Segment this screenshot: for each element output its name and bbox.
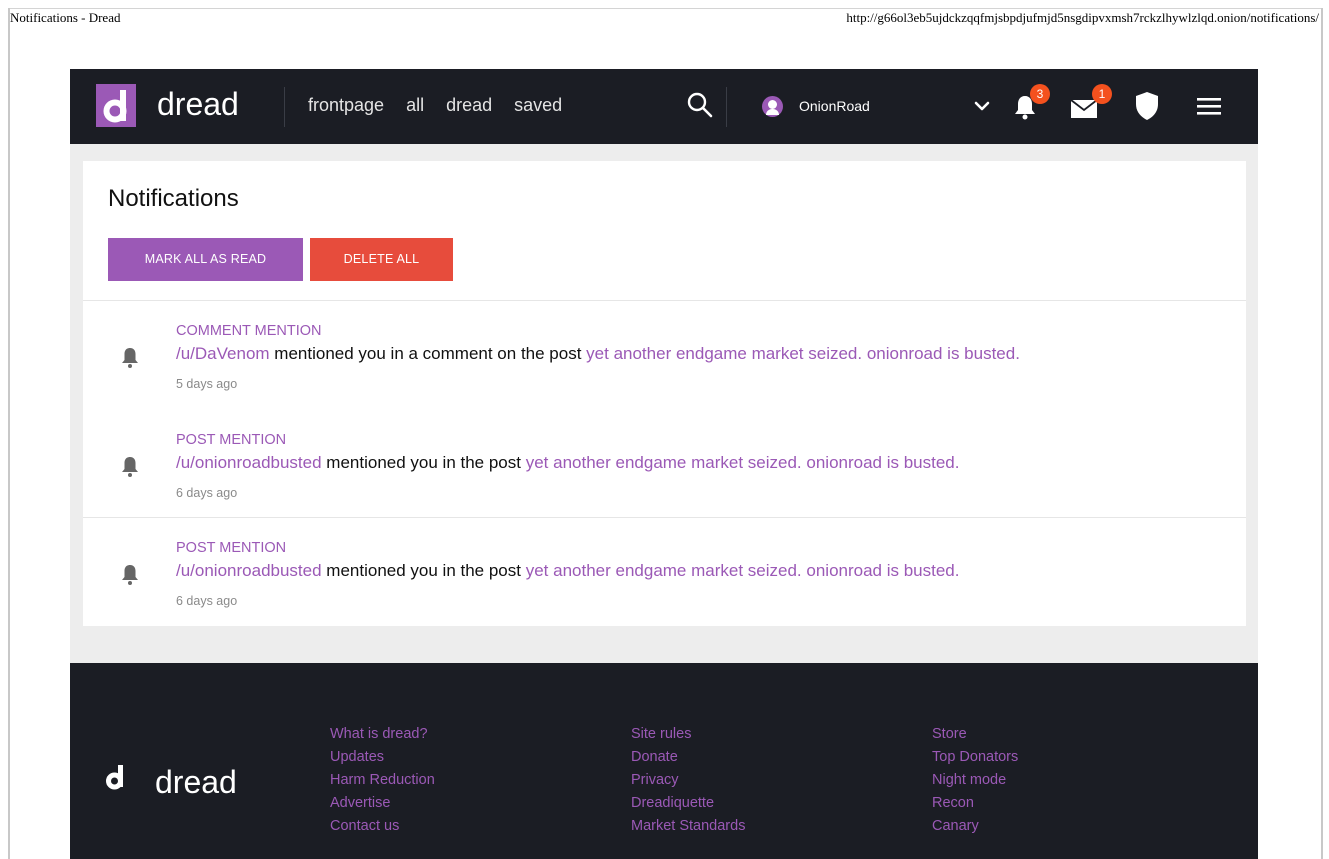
shield-icon[interactable] — [1134, 91, 1160, 121]
nav-links: frontpage all dread saved — [308, 95, 562, 116]
notification-text: /u/onionroadbusted mentioned you in the … — [176, 453, 959, 473]
page-edge-right — [1321, 8, 1323, 859]
notification-type: POST MENTION — [176, 540, 287, 556]
notification-item[interactable]: POST MENTION /u/onionroadbusted mentione… — [83, 526, 1246, 626]
bell-icon — [122, 565, 138, 585]
dread-logo[interactable] — [96, 84, 136, 127]
notification-message: mentioned you in the post — [326, 561, 521, 580]
notification-item[interactable]: COMMENT MENTION /u/DaVenom mentioned you… — [83, 309, 1246, 409]
print-header: Notifications - Dread http://g66ol3eb5uj… — [0, 0, 1329, 25]
footer-column-rules: Site rules Donate Privacy Dreadiquette M… — [631, 724, 745, 836]
footer-link-contact-us[interactable]: Contact us — [330, 816, 435, 836]
site: dread frontpage all dread saved OnionRoa… — [70, 69, 1258, 859]
footer-link-harm-reduction[interactable]: Harm Reduction — [330, 770, 435, 790]
footer-link-donate[interactable]: Donate — [631, 747, 745, 767]
username: OnionRoad — [799, 98, 870, 114]
bell-icon — [122, 457, 138, 477]
footer-link-night-mode[interactable]: Night mode — [932, 770, 1018, 790]
nav-divider — [726, 87, 727, 127]
footer-link-top-donators[interactable]: Top Donators — [932, 747, 1018, 767]
nav-divider — [284, 87, 285, 127]
notification-type: COMMENT MENTION — [176, 323, 322, 339]
post-link[interactable]: yet another endgame market seized. onion… — [526, 561, 960, 580]
nav-link-saved[interactable]: saved — [514, 95, 562, 116]
post-link[interactable]: yet another endgame market seized. onion… — [526, 453, 960, 472]
footer-link-site-rules[interactable]: Site rules — [631, 724, 745, 744]
navbar: dread frontpage all dread saved OnionRoa… — [70, 69, 1258, 144]
notification-type: POST MENTION — [176, 432, 287, 448]
footer-link-privacy[interactable]: Privacy — [631, 770, 745, 790]
footer-link-recon[interactable]: Recon — [932, 793, 1018, 813]
notification-message: mentioned you in a comment on the post — [274, 344, 582, 363]
footer-column-about: What is dread? Updates Harm Reduction Ad… — [330, 724, 435, 836]
footer: dread What is dread? Updates Harm Reduct… — [70, 663, 1258, 859]
chevron-down-icon[interactable] — [972, 96, 992, 116]
divider — [83, 300, 1246, 301]
page-edge-left — [8, 8, 10, 859]
avatar — [762, 96, 783, 117]
mail-icon[interactable] — [1070, 99, 1098, 119]
page-edge-top — [8, 8, 1323, 9]
nav-link-dread[interactable]: dread — [446, 95, 492, 116]
notification-item[interactable]: POST MENTION /u/onionroadbusted mentione… — [83, 418, 1246, 518]
print-page-url: http://g66ol3eb5ujdckzqqfmjsbpdjufmjd5ns… — [846, 10, 1319, 25]
user-link[interactable]: /u/onionroadbusted — [176, 561, 322, 580]
notification-text: /u/onionroadbusted mentioned you in the … — [176, 561, 959, 581]
print-page-title: Notifications - Dread — [10, 10, 121, 25]
footer-column-misc: Store Top Donators Night mode Recon Cana… — [932, 724, 1018, 836]
post-link[interactable]: yet another endgame market seized. onion… — [586, 344, 1020, 363]
messages-badge: 1 — [1092, 84, 1112, 104]
search-icon[interactable] — [686, 91, 714, 119]
footer-link-market-standards[interactable]: Market Standards — [631, 816, 745, 836]
footer-link-updates[interactable]: Updates — [330, 747, 435, 767]
dread-logo-icon[interactable] — [105, 764, 127, 790]
footer-link-store[interactable]: Store — [932, 724, 1018, 744]
footer-link-advertise[interactable]: Advertise — [330, 793, 435, 813]
notifications-badge: 3 — [1030, 84, 1050, 104]
user-link[interactable]: /u/onionroadbusted — [176, 453, 322, 472]
notifications-panel: Notifications MARK ALL AS READ DELETE AL… — [83, 161, 1246, 626]
notification-text: /u/DaVenom mentioned you in a comment on… — [176, 344, 1020, 364]
delete-all-button[interactable]: DELETE ALL — [310, 238, 453, 281]
notification-time: 6 days ago — [176, 594, 238, 608]
footer-link-dreadiquette[interactable]: Dreadiquette — [631, 793, 745, 813]
brand-name[interactable]: dread — [157, 84, 239, 124]
dread-logo-icon — [103, 90, 127, 123]
footer-brand-name[interactable]: dread — [155, 762, 237, 802]
hamburger-menu-icon[interactable] — [1197, 96, 1221, 116]
footer-link-what-is-dread[interactable]: What is dread? — [330, 724, 435, 744]
mark-all-read-button[interactable]: MARK ALL AS READ — [108, 238, 303, 281]
bell-icon — [122, 348, 138, 368]
user-link[interactable]: /u/DaVenom — [176, 344, 270, 363]
page-title: Notifications — [108, 185, 239, 212]
notification-time: 5 days ago — [176, 377, 238, 391]
nav-link-all[interactable]: all — [406, 95, 424, 116]
divider — [83, 517, 1246, 518]
notification-time: 6 days ago — [176, 486, 238, 500]
user-menu[interactable]: OnionRoad — [762, 91, 1052, 121]
footer-link-canary[interactable]: Canary — [932, 816, 1018, 836]
nav-link-frontpage[interactable]: frontpage — [308, 95, 384, 116]
notification-message: mentioned you in the post — [326, 453, 521, 472]
